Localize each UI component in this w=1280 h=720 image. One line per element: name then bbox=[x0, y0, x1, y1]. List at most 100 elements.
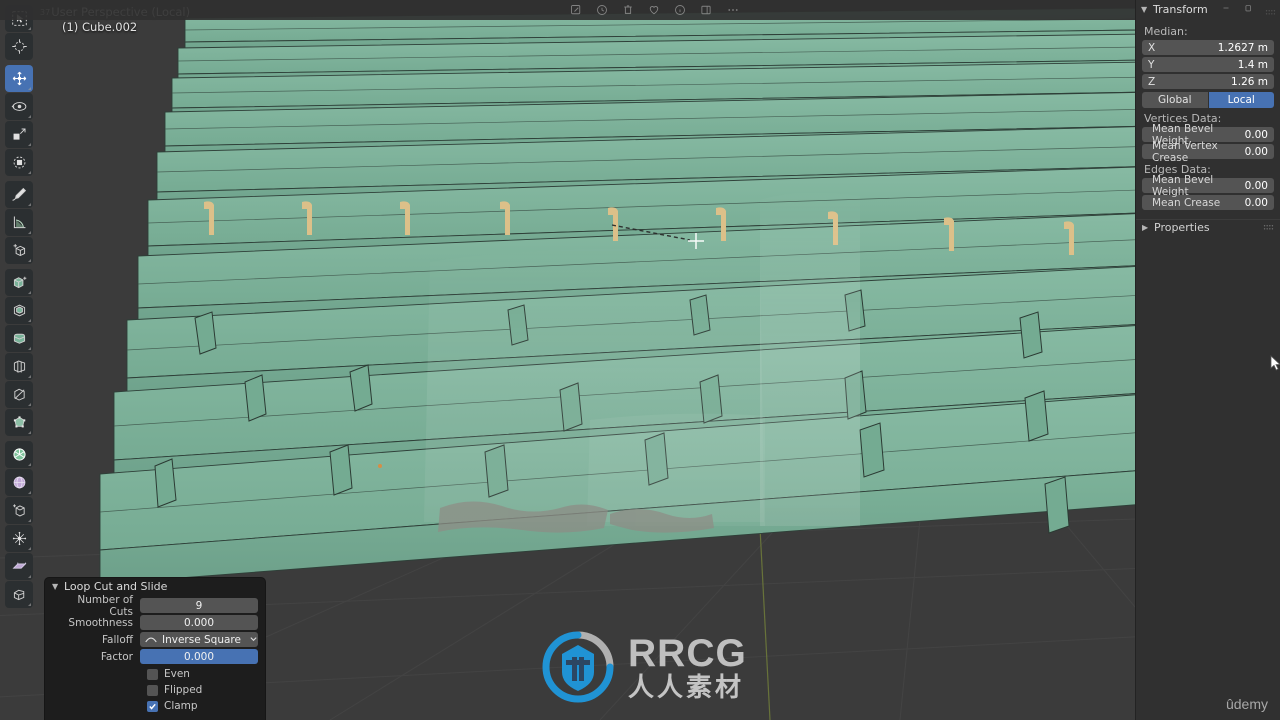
rrcg-logo-icon bbox=[542, 631, 614, 703]
transform-tool[interactable] bbox=[5, 149, 33, 176]
chevron-down-icon[interactable]: ▼ bbox=[52, 582, 60, 591]
undo-icon[interactable] bbox=[596, 4, 608, 16]
top-header-bar bbox=[0, 0, 1280, 20]
smoothness-input[interactable]: 0.000 bbox=[140, 615, 258, 630]
rrcg-text-block: RRCG 人人素材 bbox=[628, 634, 747, 701]
edge-mean-bevel-weight-field[interactable]: Mean Bevel Weight 0.00 bbox=[1142, 174, 1274, 198]
even-checkbox[interactable] bbox=[147, 668, 158, 680]
mouse-pointer-icon bbox=[1270, 355, 1280, 371]
mean-vertex-crease-field[interactable]: Mean Vertex Crease 0.00 bbox=[1142, 140, 1274, 164]
trash-icon[interactable] bbox=[622, 4, 634, 16]
udemy-watermark: ûdemy bbox=[1225, 696, 1268, 712]
clamp-label: Clamp bbox=[164, 700, 198, 712]
active-object-label: (1) Cube.002 bbox=[62, 20, 138, 34]
knife-tool[interactable] bbox=[5, 381, 33, 408]
window-controls bbox=[1221, 3, 1276, 16]
falloff-row: Falloff Inverse Square bbox=[52, 632, 258, 647]
number-of-cuts-label: Number of Cuts bbox=[77, 593, 133, 618]
clamp-checkbox[interactable] bbox=[147, 700, 158, 712]
chevron-down-icon[interactable]: ▼ bbox=[1141, 5, 1149, 14]
scale-tool[interactable] bbox=[5, 121, 33, 148]
number-of-cuts-row: Number of Cuts 9 bbox=[52, 594, 258, 618]
vertex-mean-bevel-weight-value: 0.00 bbox=[1244, 128, 1268, 141]
properties-label: Properties bbox=[1154, 221, 1210, 234]
extrude-region-tool[interactable] bbox=[5, 269, 33, 296]
edge-slide-tool[interactable] bbox=[5, 553, 33, 580]
smooth-tool[interactable] bbox=[5, 469, 33, 496]
more-options-icon[interactable] bbox=[726, 4, 740, 16]
transform-sidebar: ▼ Transform Median: X 1.2627 m Y 1.4 m Z… bbox=[1135, 0, 1280, 720]
operator-panel: ▼ Loop Cut and Slide Number of Cuts 9 Sm… bbox=[45, 578, 265, 720]
local-space-button[interactable]: Local bbox=[1208, 92, 1274, 108]
inset-faces-tool[interactable] bbox=[5, 297, 33, 324]
edge-mean-bevel-weight-value: 0.00 bbox=[1244, 179, 1268, 192]
info-icon[interactable] bbox=[674, 4, 686, 16]
maximize-icon[interactable] bbox=[1243, 3, 1253, 16]
mean-crease-field[interactable]: Mean Crease 0.00 bbox=[1142, 195, 1274, 210]
rrcg-subtitle: 人人素材 bbox=[628, 672, 745, 703]
heart-icon[interactable] bbox=[648, 4, 660, 16]
factor-row: Factor 0.000 bbox=[52, 649, 258, 664]
falloff-curve-icon bbox=[144, 633, 158, 647]
flipped-checkbox[interactable] bbox=[147, 684, 158, 696]
panel-title: Transform bbox=[1153, 2, 1208, 16]
annotate-tool[interactable] bbox=[5, 181, 33, 208]
mean-crease-label: Mean Crease bbox=[1152, 196, 1221, 209]
even-checkbox-row[interactable]: Even bbox=[52, 666, 258, 682]
median-y-label: Y bbox=[1148, 58, 1155, 71]
transform-space-toggle: Global Local bbox=[1142, 92, 1274, 108]
median-x-label: X bbox=[1148, 41, 1156, 54]
falloff-dropdown[interactable]: Inverse Square bbox=[140, 632, 258, 647]
rrcg-title: RRCG bbox=[628, 631, 747, 675]
operator-title: Loop Cut and Slide bbox=[64, 580, 168, 593]
median-y-field[interactable]: Y 1.4 m bbox=[1142, 57, 1274, 72]
window-icon[interactable] bbox=[700, 4, 712, 16]
mean-vertex-crease-label: Mean Vertex Crease bbox=[1152, 139, 1218, 164]
median-y-value: 1.4 m bbox=[1237, 58, 1268, 71]
median-x-field[interactable]: X 1.2627 m bbox=[1142, 40, 1274, 55]
factor-label: Factor bbox=[100, 650, 133, 663]
median-label: Median: bbox=[1144, 25, 1188, 38]
panel-grip-icon[interactable] bbox=[1265, 6, 1276, 15]
median-x-value: 1.2627 m bbox=[1217, 41, 1268, 54]
rotate-tool[interactable] bbox=[5, 93, 33, 120]
number-of-cuts-input[interactable]: 9 bbox=[140, 598, 258, 613]
chevron-right-icon[interactable]: ▶ bbox=[1142, 223, 1150, 232]
shrink-fatten-tool[interactable] bbox=[5, 497, 33, 524]
global-space-button[interactable]: Global bbox=[1142, 92, 1208, 108]
median-z-label: Z bbox=[1148, 75, 1156, 88]
move-tool[interactable] bbox=[5, 65, 33, 92]
poly-build-tool[interactable] bbox=[5, 409, 33, 436]
note-icon[interactable] bbox=[570, 4, 582, 16]
chevron-down-icon[interactable] bbox=[249, 634, 258, 646]
transform-panel-header[interactable]: ▼ Transform bbox=[1136, 0, 1280, 18]
properties-grip-icon[interactable] bbox=[1263, 221, 1274, 234]
median-z-value: 1.26 m bbox=[1231, 75, 1268, 88]
add-cube-tool[interactable] bbox=[5, 237, 33, 264]
loop-cut-tool[interactable] bbox=[5, 353, 33, 380]
median-z-field[interactable]: Z 1.26 m bbox=[1142, 74, 1274, 89]
mean-vertex-crease-value: 0.00 bbox=[1244, 145, 1268, 158]
blender-window: 37User Perspective (Local) (1) Cube.002 bbox=[0, 0, 1280, 720]
measure-tool[interactable] bbox=[5, 209, 33, 236]
even-label: Even bbox=[164, 668, 190, 680]
minimize-icon[interactable] bbox=[1221, 3, 1231, 16]
clamp-checkbox-row[interactable]: Clamp bbox=[52, 698, 258, 714]
flipped-checkbox-row[interactable]: Flipped bbox=[52, 682, 258, 698]
randomize-tool[interactable] bbox=[5, 525, 33, 552]
cursor-tool[interactable] bbox=[5, 33, 33, 60]
mean-crease-value: 0.00 bbox=[1244, 196, 1268, 209]
falloff-value: Inverse Square bbox=[162, 633, 241, 646]
operator-panel-header[interactable]: ▼ Loop Cut and Slide bbox=[45, 578, 265, 595]
factor-slider[interactable]: 0.000 bbox=[140, 649, 258, 664]
mouse-crosshair-cursor bbox=[688, 233, 704, 249]
operator-rows: Number of Cuts 9 Smoothness 0.000 Fallof… bbox=[45, 594, 265, 718]
topbar-icon-group bbox=[570, 0, 740, 20]
shear-tool[interactable] bbox=[5, 581, 33, 608]
rrcg-watermark: RRCG 人人素材 bbox=[538, 627, 747, 707]
smoothness-row: Smoothness 0.000 bbox=[52, 615, 258, 630]
bevel-tool[interactable] bbox=[5, 325, 33, 352]
smoothness-label: Smoothness bbox=[68, 616, 133, 629]
spin-tool[interactable] bbox=[5, 441, 33, 468]
properties-section-header[interactable]: ▶ Properties bbox=[1136, 219, 1280, 235]
